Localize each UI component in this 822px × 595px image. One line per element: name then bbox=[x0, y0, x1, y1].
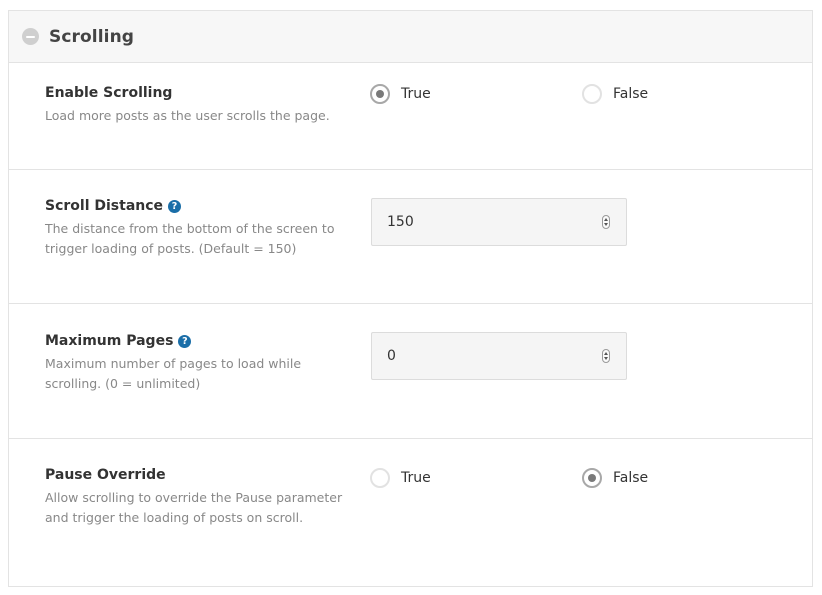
section-title: Scrolling bbox=[49, 26, 135, 47]
radio-button[interactable] bbox=[370, 468, 390, 488]
setting-row-scroll-distance: Scroll Distance ? The distance from the … bbox=[9, 170, 812, 304]
setting-title: Pause Override bbox=[45, 467, 345, 483]
input-value: 150 bbox=[387, 214, 414, 230]
scroll-distance-input[interactable]: 150 bbox=[371, 198, 627, 246]
setting-title: Enable Scrolling bbox=[45, 85, 345, 101]
radio-label: True bbox=[401, 86, 431, 102]
pause-override-true-option[interactable]: True bbox=[370, 468, 431, 488]
radio-button[interactable] bbox=[582, 84, 602, 104]
radio-label: False bbox=[613, 470, 649, 486]
setting-title: Scroll Distance ? bbox=[45, 198, 345, 214]
spin-up-icon[interactable] bbox=[604, 218, 608, 221]
setting-label-block: Pause Override Allow scrolling to overri… bbox=[45, 467, 345, 528]
number-spinner[interactable] bbox=[602, 215, 610, 229]
radio-label: False bbox=[613, 86, 649, 102]
enable-scrolling-true-option[interactable]: True bbox=[370, 84, 431, 104]
setting-description: Allow scrolling to override the Pause pa… bbox=[45, 490, 343, 525]
number-spinner[interactable] bbox=[602, 349, 610, 363]
setting-row-enable-scrolling: Enable Scrolling Load more posts as the … bbox=[9, 63, 812, 170]
setting-row-maximum-pages: Maximum Pages ? Maximum number of pages … bbox=[9, 304, 812, 439]
spin-down-icon[interactable] bbox=[604, 223, 608, 226]
radio-label: True bbox=[401, 470, 431, 486]
spin-down-icon[interactable] bbox=[604, 357, 608, 360]
question-circle-icon[interactable]: ? bbox=[168, 199, 182, 213]
scrolling-settings-panel: Scrolling Enable Scrolling Load more pos… bbox=[8, 10, 813, 587]
question-circle-icon[interactable]: ? bbox=[178, 334, 192, 348]
setting-title-text: Pause Override bbox=[45, 467, 166, 483]
radio-button-checked[interactable] bbox=[370, 84, 390, 104]
setting-description: Load more posts as the user scrolls the … bbox=[45, 108, 330, 123]
setting-description: Maximum number of pages to load while sc… bbox=[45, 356, 302, 391]
radio-button-checked[interactable] bbox=[582, 468, 602, 488]
setting-label-block: Enable Scrolling Load more posts as the … bbox=[45, 85, 345, 126]
setting-label-block: Scroll Distance ? The distance from the … bbox=[45, 198, 345, 259]
enable-scrolling-false-option[interactable]: False bbox=[582, 84, 648, 104]
minus-circle-icon[interactable] bbox=[22, 28, 39, 45]
setting-row-pause-override: Pause Override Allow scrolling to overri… bbox=[9, 439, 812, 586]
setting-title-text: Maximum Pages bbox=[45, 333, 174, 349]
setting-title-text: Enable Scrolling bbox=[45, 85, 173, 101]
spin-up-icon[interactable] bbox=[604, 352, 608, 355]
maximum-pages-input[interactable]: 0 bbox=[371, 332, 627, 380]
setting-label-block: Maximum Pages ? Maximum number of pages … bbox=[45, 333, 345, 394]
setting-title-text: Scroll Distance bbox=[45, 198, 164, 214]
input-value: 0 bbox=[387, 348, 396, 364]
setting-description: The distance from the bottom of the scre… bbox=[45, 221, 335, 256]
pause-override-false-option[interactable]: False bbox=[582, 468, 648, 488]
section-header[interactable]: Scrolling bbox=[9, 11, 812, 63]
setting-title: Maximum Pages ? bbox=[45, 333, 345, 349]
